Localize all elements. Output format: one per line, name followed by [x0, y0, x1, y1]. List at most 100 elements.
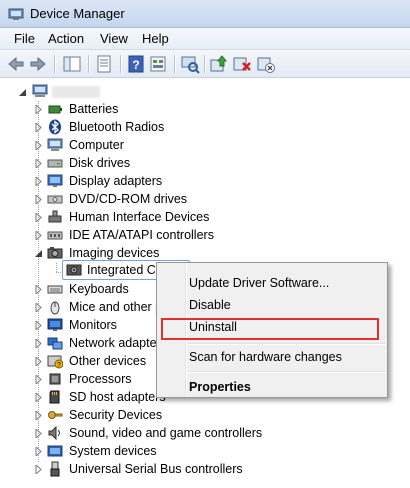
tree-item-display-adapters[interactable]: Display adapters	[34, 172, 234, 190]
uninstall-highlight-box	[161, 318, 379, 340]
expand-arrow-icon[interactable]	[34, 231, 43, 240]
expand-arrow-icon[interactable]	[34, 159, 43, 168]
tree-item-label: Monitors	[69, 318, 117, 332]
tree-item-label: Network adapte	[69, 336, 157, 350]
menu-file[interactable]: File	[10, 31, 39, 46]
expand-arrow-icon[interactable]	[34, 195, 43, 204]
forward-arrow-icon[interactable]	[28, 54, 48, 74]
monitor-icon	[47, 318, 63, 331]
toolbar-separator	[120, 55, 121, 73]
collapse-arrow-icon[interactable]	[34, 249, 43, 258]
tree-item-disk-drives[interactable]: Disk drives	[34, 154, 234, 172]
scan-hardware-icon[interactable]	[180, 54, 200, 74]
expand-arrow-icon[interactable]	[34, 339, 43, 348]
expand-arrow-icon[interactable]	[34, 285, 43, 294]
display-adapter-icon	[47, 174, 63, 187]
menu-separator	[187, 371, 385, 372]
tree-item-label: IDE ATA/ATAPI controllers	[69, 228, 214, 242]
expand-arrow-icon[interactable]	[34, 393, 43, 402]
title-bar: Device Manager	[0, 0, 410, 28]
tree-item-monitors[interactable]: Monitors	[34, 316, 154, 334]
expand-arrow-icon[interactable]	[34, 141, 43, 150]
expand-arrow-icon[interactable]	[34, 357, 43, 366]
sd-card-icon	[49, 390, 60, 404]
tree-item-label: Mice and other p	[69, 300, 163, 314]
tree-item-label: Display adapters	[69, 174, 163, 188]
tree-item-system-devices[interactable]: System devices	[34, 442, 234, 460]
uninstall-icon[interactable]	[232, 54, 252, 74]
expand-arrow-icon[interactable]	[34, 447, 43, 456]
toolbar-separator	[88, 55, 89, 73]
tree-item-hid[interactable]: Human Interface Devices	[34, 208, 234, 226]
tree-item-ide-controllers[interactable]: IDE ATA/ATAPI controllers	[34, 226, 254, 244]
tree-item-usb-controllers[interactable]: Universal Serial Bus controllers	[34, 460, 274, 478]
menu-view[interactable]: View	[96, 31, 132, 46]
show-hide-console-tree-icon[interactable]	[62, 54, 82, 74]
refresh-view-icon[interactable]	[148, 54, 168, 74]
tree-item-label: Sound, video and game controllers	[69, 426, 263, 440]
usb-icon	[50, 461, 60, 477]
expand-arrow-icon[interactable]	[34, 105, 43, 114]
expand-arrow-icon[interactable]	[34, 375, 43, 384]
device-manager-icon	[8, 8, 24, 20]
menu-action[interactable]: Action	[44, 31, 88, 46]
tree-item-label: DVD/CD-ROM drives	[69, 192, 188, 206]
tree-item-batteries[interactable]: Batteries	[34, 100, 234, 118]
menu-bar: File Action View Help	[0, 28, 410, 50]
webcam-icon	[66, 264, 82, 276]
key-icon	[48, 411, 63, 419]
menu-separator	[187, 343, 385, 344]
menu-item-update-driver[interactable]: Update Driver Software...	[189, 273, 379, 293]
help-icon[interactable]: ?	[126, 54, 146, 74]
toolbar-separator	[54, 55, 55, 73]
expand-arrow-icon[interactable]	[34, 429, 43, 438]
expand-arrow-icon[interactable]	[34, 321, 43, 330]
tree-item-network-adapters[interactable]: Network adapte	[34, 334, 157, 352]
tree-item-label: Batteries	[69, 102, 119, 116]
tree-item-label: Other devices	[69, 354, 147, 368]
menu-item-scan-hardware[interactable]: Scan for hardware changes	[189, 347, 379, 367]
dvd-drive-icon	[47, 195, 63, 204]
toolbar-separator	[174, 55, 175, 73]
hid-icon	[48, 210, 62, 223]
tree-item-label: Bluetooth Radios	[69, 120, 165, 134]
collapse-arrow-icon[interactable]	[18, 88, 27, 97]
processor-icon	[49, 373, 61, 385]
tree-item-keyboards[interactable]: Keyboards	[34, 280, 154, 298]
tree-item-bluetooth[interactable]: Bluetooth Radios	[34, 118, 234, 136]
back-arrow-icon[interactable]	[6, 54, 26, 74]
tree-item-label: Disk drives	[69, 156, 131, 170]
ide-controller-icon	[47, 231, 63, 240]
tree-item-label: SD host adapters	[69, 390, 166, 404]
tree-item-mice[interactable]: Mice and other p	[34, 298, 162, 316]
computer-icon	[32, 84, 48, 97]
expand-arrow-icon[interactable]	[34, 465, 43, 474]
tree-item-processors[interactable]: Processors	[34, 370, 154, 388]
menu-item-properties[interactable]: Properties	[189, 377, 379, 397]
tree-item-sd-host-adapters[interactable]: SD host adapters	[34, 388, 166, 406]
expand-arrow-icon[interactable]	[34, 411, 43, 420]
svg-text:?: ?	[132, 58, 139, 72]
menu-item-disable[interactable]: Disable	[189, 295, 379, 315]
expand-arrow-icon[interactable]	[34, 213, 43, 222]
disk-drive-icon	[47, 159, 63, 168]
properties-icon[interactable]	[94, 54, 114, 74]
expand-arrow-icon[interactable]	[34, 177, 43, 186]
unknown-device-icon: ?	[47, 355, 63, 369]
toolbar-separator	[204, 55, 205, 73]
expand-arrow-icon[interactable]	[34, 303, 43, 312]
tree-item-label: Computer	[69, 138, 124, 152]
menu-help[interactable]: Help	[138, 31, 173, 46]
tree-item-other-devices[interactable]: ? Other devices	[34, 352, 154, 370]
tree-item-computer[interactable]: Computer	[34, 136, 234, 154]
speaker-icon	[48, 425, 60, 441]
expand-arrow-icon[interactable]	[34, 123, 43, 132]
tree-item-label: Universal Serial Bus controllers	[69, 462, 243, 476]
tree-item-dvd-drives[interactable]: DVD/CD-ROM drives	[34, 190, 234, 208]
tree-item-label: Security Devices	[69, 408, 163, 422]
tree-item-label: Processors	[69, 372, 132, 386]
disable-icon[interactable]	[256, 54, 276, 74]
tree-item-sound-video[interactable]: Sound, video and game controllers	[34, 424, 274, 442]
update-driver-icon[interactable]	[208, 54, 228, 74]
tree-item-security-devices[interactable]: Security Devices	[34, 406, 234, 424]
